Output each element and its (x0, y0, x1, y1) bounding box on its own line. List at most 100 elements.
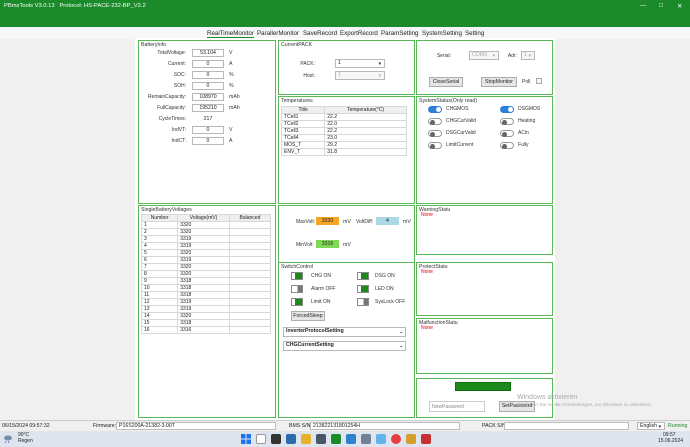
maximize-icon[interactable]: □ (659, 2, 663, 9)
table-row: 15 3318 (140, 319, 272, 327)
chg-switch[interactable] (291, 272, 303, 280)
cloud-rain-icon (3, 434, 13, 444)
battery-field-label: IndVT: (171, 127, 186, 133)
poll-checkbox[interactable] (536, 78, 542, 84)
battery-field-label: CycleTimes: (158, 116, 186, 122)
table-row: 7 3320 (140, 263, 272, 271)
cell-voltage: 3318 (177, 319, 230, 327)
serial-label: Serial: (436, 53, 451, 59)
cell-number: 10 (140, 284, 179, 292)
table-row: 1 3320 (140, 221, 272, 229)
syslock-switch[interactable] (357, 298, 369, 306)
heating-toggle (500, 118, 514, 125)
table-row: 3 3319 (140, 235, 272, 243)
status-label: Fully (518, 142, 529, 148)
folder-icon[interactable] (301, 434, 311, 444)
app-icon[interactable] (361, 434, 371, 444)
battery-field-value: 0 (192, 137, 224, 145)
cell-voltage: 3320 (177, 270, 230, 278)
title-bar: PBmsTools V3.0.13 Protocol: HS-PACE-232-… (0, 0, 690, 27)
chevron-down-icon: ▼ (377, 73, 382, 78)
battery-field-label: SOC: (173, 72, 186, 78)
stop-monitor-button[interactable]: StopMonitor (481, 77, 517, 87)
cell-number: 11 (140, 291, 179, 299)
cell-voltage: 3319 (177, 242, 230, 250)
battery-field-label: SOH: (173, 83, 186, 89)
battery-field-unit: % (229, 72, 234, 78)
column-header: Balanced (228, 214, 272, 222)
chevron-down-icon: ⌄ (399, 329, 403, 334)
malfunction-status-panel: MalfunctionStatu None (416, 318, 553, 374)
tab-realtime-monitor[interactable]: RealTimeMonitor (207, 30, 254, 38)
pack-select[interactable]: 1 ▼ (335, 59, 385, 68)
cell-voltage: 3320 (177, 249, 230, 257)
table-row: 9 3318 (140, 277, 272, 285)
cell-balanced (228, 298, 272, 306)
app-icon[interactable] (376, 434, 386, 444)
cell-voltage: 3318 (177, 277, 230, 285)
battery-field-unit: A (229, 138, 233, 144)
host-label: Host: (303, 73, 315, 79)
app-icon[interactable] (316, 434, 326, 444)
app-icon[interactable] (406, 434, 416, 444)
running-status: Running (668, 423, 688, 429)
minimize-icon[interactable]: — (640, 2, 647, 9)
limit-switch[interactable] (291, 298, 303, 306)
opera-icon[interactable] (391, 434, 401, 444)
battery-field-unit: A (229, 61, 233, 67)
status-label: DSGCurValid (446, 130, 476, 136)
app-icon[interactable] (421, 434, 431, 444)
chg-current-setting-expander[interactable]: CHGCurrentSetting ⌄ (283, 341, 406, 351)
windows-start-icon[interactable] (241, 434, 251, 444)
cell-number: 8 (140, 270, 179, 278)
cell-voltages-panel: SingleBatteryVoltages Number Voltage(mV)… (138, 205, 276, 418)
tab-param-setting[interactable]: ParamSetting (381, 30, 419, 37)
cell-voltage: 3320 (177, 312, 230, 320)
tab-system-setting[interactable]: SystemSetting (422, 30, 462, 37)
tab-export-record[interactable]: ExportRecord (340, 30, 378, 37)
pack-label: PACK: (300, 61, 315, 67)
close-icon[interactable]: ✕ (677, 2, 682, 10)
alarm-switch[interactable] (291, 285, 303, 293)
table-row: 6 3319 (140, 256, 272, 264)
cell-voltage: 3320 (177, 263, 230, 271)
table-row: 13 3319 (140, 305, 272, 313)
task-view-icon[interactable] (271, 434, 281, 444)
table-row: TCell3 22.2 (280, 127, 407, 135)
battery-field-label: RemainCapacity: (147, 94, 186, 100)
bms-sn-label: BMS S/N: (289, 423, 312, 429)
tab-save-record[interactable]: SaveRecord (303, 30, 337, 37)
tab-paraller-monitor[interactable]: ParallerMonitor (257, 30, 299, 37)
status-label: CHGCurValid (446, 118, 476, 124)
host-select[interactable]: 1 ▼ (335, 71, 385, 80)
dsg-switch[interactable] (357, 272, 369, 280)
browser-icon[interactable] (286, 434, 296, 444)
cell-number: 3 (140, 235, 179, 243)
volt-diff-label: VoltDiff: (356, 219, 374, 225)
chevron-down-icon: ▼ (657, 424, 662, 429)
column-header: Number (140, 214, 179, 222)
language-select[interactable]: English ▼ (637, 422, 665, 430)
bms-sn-value: 213822131801254H (310, 422, 460, 430)
temp-title-cell: TCell1 (280, 113, 326, 121)
new-password-input[interactable]: NewPassword (429, 401, 485, 412)
pbms-tool-icon[interactable] (331, 434, 341, 444)
led-switch[interactable] (357, 285, 369, 293)
battery-field-label: IndCT: (171, 138, 186, 144)
battery-field-label: TotalVoltage: (157, 50, 186, 56)
search-icon[interactable] (256, 434, 266, 444)
tab-setting[interactable]: Setting (465, 30, 484, 37)
forced-sleep-button[interactable]: ForcedSleep (291, 311, 325, 321)
table-row: TCell4 23.0 (280, 134, 407, 142)
close-serial-button[interactable]: CloseSerial (429, 77, 463, 87)
status-datetime: 06/15/2024 09:57:32 (2, 423, 50, 429)
inverter-protocol-setting-expander[interactable]: InverterProtocolSetting ⌄ (283, 327, 406, 337)
app-icon[interactable] (346, 434, 356, 444)
protect-status-value: None (421, 269, 433, 275)
table-row: 10 3318 (140, 284, 272, 292)
poll-label: Poll (522, 79, 531, 85)
clock-date: 15.06.2024 (658, 438, 684, 444)
adr-select[interactable]: 1 ▼ (521, 51, 535, 60)
cell-voltage: 3319 (177, 235, 230, 243)
serial-port-select[interactable]: COM3 ▼ (469, 51, 499, 60)
